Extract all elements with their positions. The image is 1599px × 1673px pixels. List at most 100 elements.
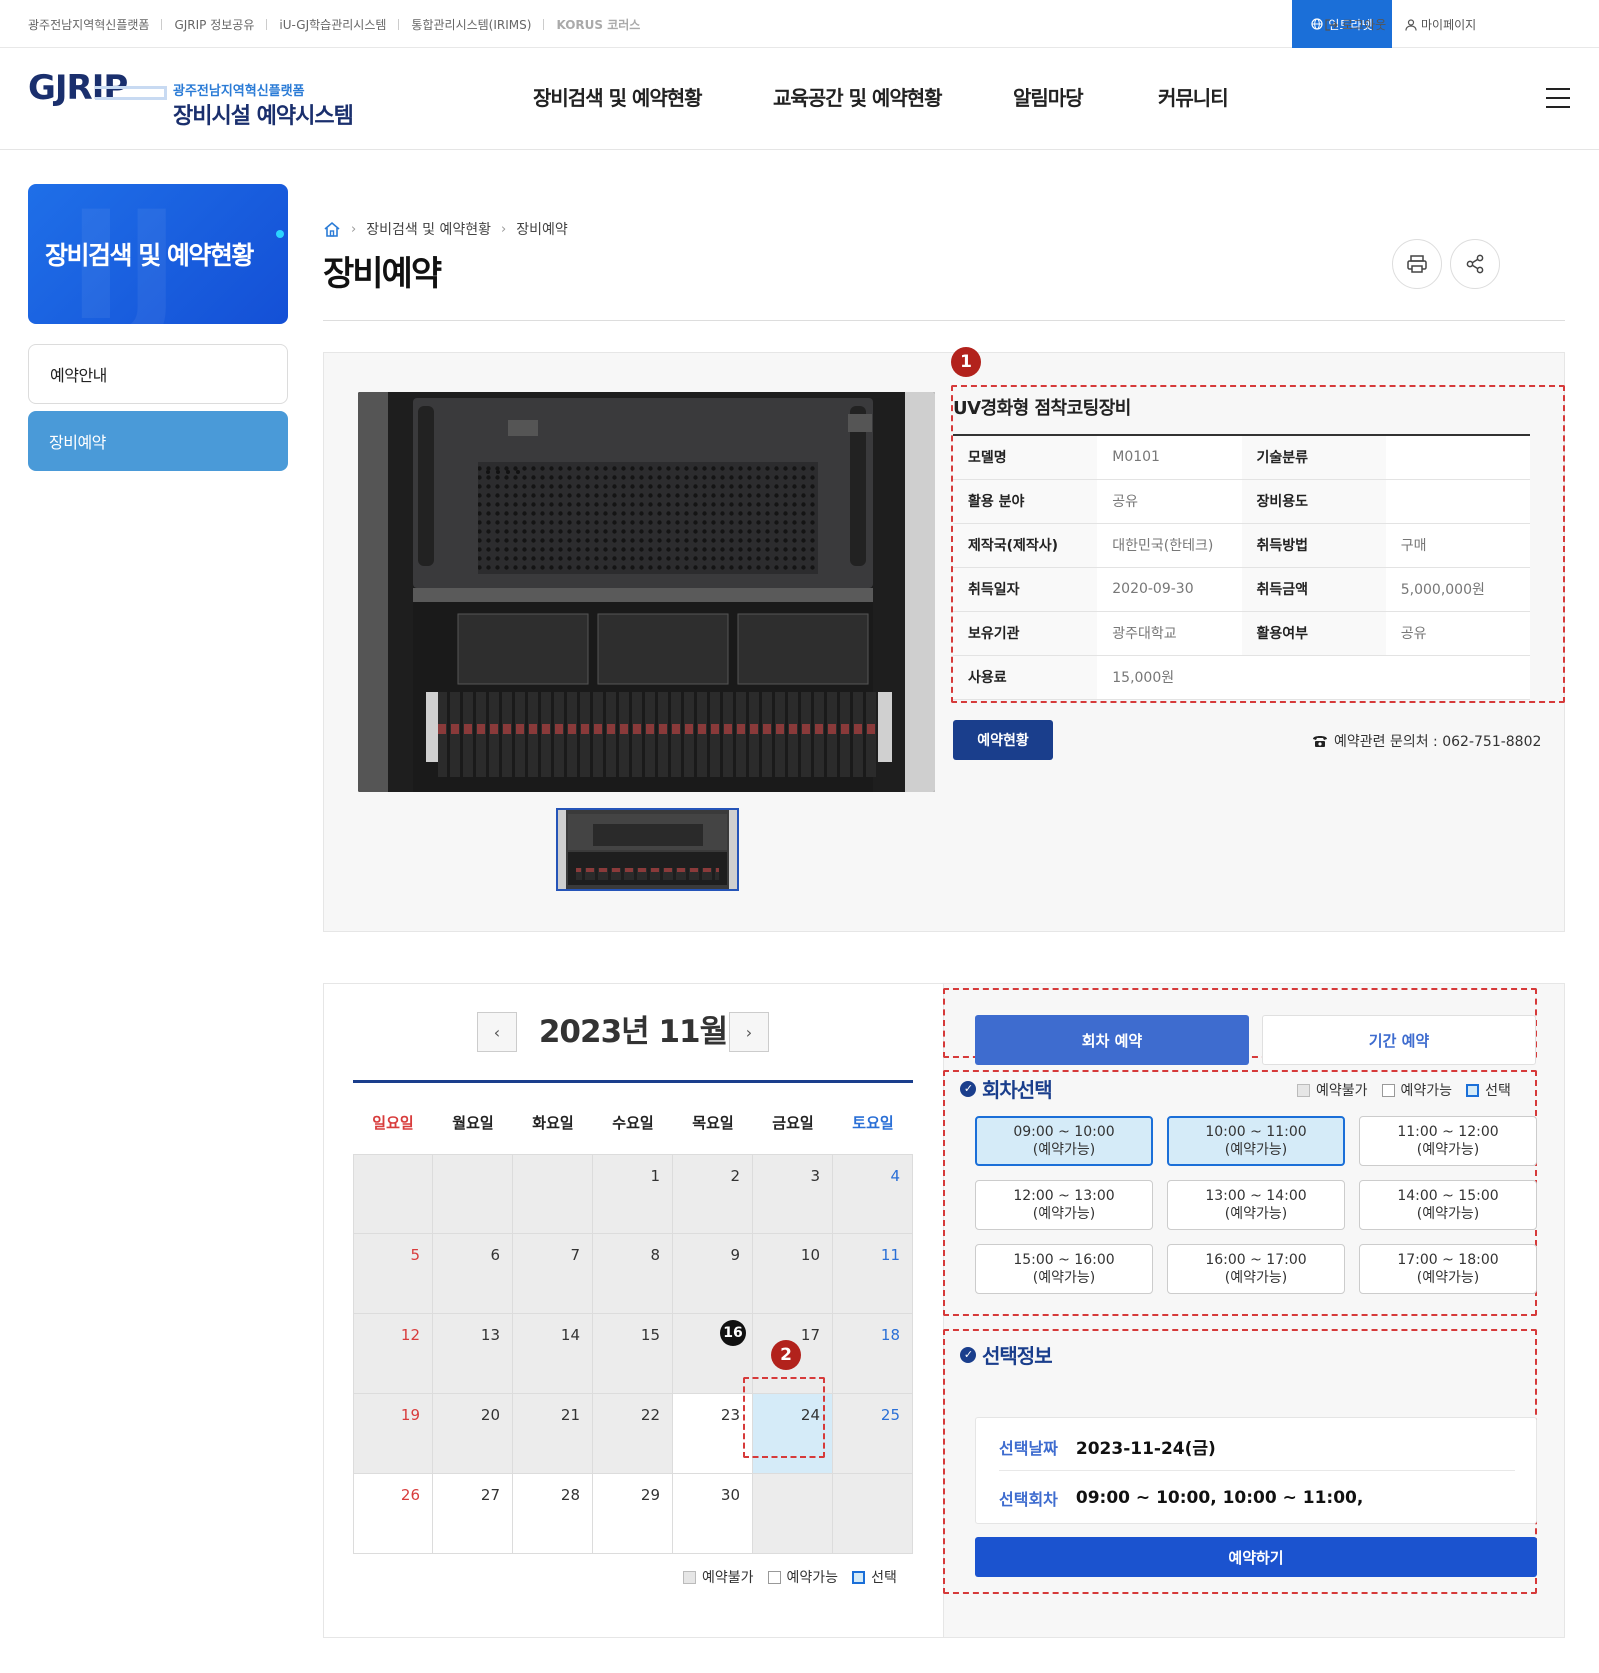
util-link-irims[interactable]: 통합관리시스템(IRIMS) bbox=[411, 16, 531, 33]
calendar-day[interactable]: 1 bbox=[593, 1154, 673, 1234]
calendar-day[interactable]: 19 bbox=[353, 1394, 433, 1474]
next-month-button[interactable]: › bbox=[729, 1012, 769, 1052]
calendar-day[interactable]: 3 bbox=[753, 1154, 833, 1234]
utility-bar: 광주전남지역혁신플랫폼 GJRIP 정보공유 iU-GJ학습관리시스템 통합관리… bbox=[0, 0, 1599, 48]
calendar-day[interactable]: 20 bbox=[433, 1394, 513, 1474]
tab-session-reservation[interactable]: 회차 예약 bbox=[975, 1015, 1249, 1065]
site-header: GJRIP 광주전남지역혁신플랫폼 장비시설 예약시스템 장비검색 및 예약현황… bbox=[0, 48, 1599, 150]
calendar-day[interactable]: 26 bbox=[353, 1474, 433, 1554]
spec-label: 모델명 bbox=[953, 435, 1098, 480]
calendar-day[interactable]: 13 bbox=[433, 1314, 513, 1394]
time-slot-button[interactable]: 16:00 ~ 17:00 (예약가능) bbox=[1167, 1244, 1345, 1294]
reservation-status-button[interactable]: 예약현황 bbox=[953, 720, 1053, 760]
phone-icon bbox=[1313, 735, 1327, 747]
nav-community[interactable]: 커뮤니티 bbox=[1158, 82, 1229, 111]
calendar-day[interactable]: 12 bbox=[353, 1314, 433, 1394]
nav-equipment-search[interactable]: 장비검색 및 예약현황 bbox=[533, 82, 703, 111]
calendar-day[interactable]: 7 bbox=[513, 1234, 593, 1314]
time-slot-button[interactable]: 11:00 ~ 12:00 (예약가능) bbox=[1359, 1116, 1537, 1166]
time-slot-button[interactable]: 12:00 ~ 13:00 (예약가능) bbox=[975, 1180, 1153, 1230]
prev-month-button[interactable]: ‹ bbox=[477, 1012, 517, 1052]
slot-section-label: 회차선택 bbox=[982, 1078, 1053, 1102]
menu-icon[interactable] bbox=[1546, 88, 1570, 108]
printer-icon bbox=[1407, 255, 1427, 273]
home-icon[interactable] bbox=[323, 221, 341, 237]
time-slot-button[interactable]: 09:00 ~ 10:00 (예약가능) bbox=[975, 1116, 1153, 1166]
time-slot-status: (예약가능) bbox=[1224, 1142, 1288, 1158]
calendar-day[interactable]: 22 bbox=[593, 1394, 673, 1474]
calendar-day[interactable]: 23 bbox=[673, 1394, 753, 1474]
weekday-label: 토요일 bbox=[852, 1114, 894, 1132]
time-slot-status: (예약가능) bbox=[1224, 1270, 1288, 1286]
server-image bbox=[358, 392, 935, 792]
share-button[interactable] bbox=[1450, 239, 1500, 289]
logo-swoosh bbox=[95, 86, 167, 100]
calendar-day[interactable]: 11 bbox=[833, 1234, 913, 1314]
calendar-day[interactable]: 5 bbox=[353, 1234, 433, 1314]
time-slot-status: (예약가능) bbox=[1032, 1142, 1096, 1158]
calendar-day[interactable]: 16 bbox=[673, 1314, 753, 1394]
mypage-link[interactable]: 마이페이지 bbox=[1405, 16, 1476, 33]
time-slot-button[interactable]: 14:00 ~ 15:00 (예약가능) bbox=[1359, 1180, 1537, 1230]
divider bbox=[161, 19, 163, 30]
contact-info: 예약관련 문의처 : 062-751-8802 bbox=[1312, 731, 1541, 751]
nav-notices[interactable]: 알림마당 bbox=[1013, 82, 1084, 111]
util-link-info-share[interactable]: GJRIP 정보공유 bbox=[174, 16, 254, 33]
calendar-day[interactable]: 25 bbox=[833, 1394, 913, 1474]
chevron-right-icon: › bbox=[745, 1022, 753, 1042]
day-number: 10 bbox=[800, 1246, 820, 1264]
calendar-day[interactable]: 27 bbox=[433, 1474, 513, 1554]
calendar-day[interactable]: 14 bbox=[513, 1314, 593, 1394]
calendar-day[interactable]: 9 bbox=[673, 1234, 753, 1314]
day-number: 17 bbox=[800, 1326, 820, 1344]
legend-swatch-available bbox=[1381, 1083, 1395, 1097]
breadcrumb-level-1[interactable]: 장비검색 및 예약현황 bbox=[366, 219, 491, 239]
tab-period-reservation[interactable]: 기간 예약 bbox=[1262, 1015, 1536, 1065]
submit-reservation-button[interactable]: 예약하기 bbox=[975, 1537, 1537, 1577]
calendar-divider bbox=[353, 1080, 913, 1083]
calendar-day[interactable]: 4 bbox=[833, 1154, 913, 1234]
calendar-day[interactable]: 2 bbox=[673, 1154, 753, 1234]
page-title: 장비예약 bbox=[323, 254, 442, 294]
util-link-gjrip-platform[interactable]: 광주전남지역혁신플랫폼 bbox=[28, 16, 149, 33]
sidebar-item-equipment-reservation[interactable]: 장비예약 bbox=[28, 411, 288, 471]
check-circle-icon: ✓ bbox=[960, 1080, 976, 1097]
globe-icon bbox=[1311, 18, 1324, 30]
print-button[interactable] bbox=[1392, 239, 1442, 289]
equipment-thumbnail[interactable] bbox=[556, 808, 739, 891]
nav-education-space[interactable]: 교육공간 및 예약현황 bbox=[773, 82, 943, 111]
time-slot-button[interactable]: 17:00 ~ 18:00 (예약가능) bbox=[1359, 1244, 1537, 1294]
spec-label: 취득금액 bbox=[1241, 567, 1386, 612]
calendar-day[interactable]: 30 bbox=[673, 1474, 753, 1554]
calendar-day[interactable]: 21 bbox=[513, 1394, 593, 1474]
calendar-day[interactable]: 28 bbox=[513, 1474, 593, 1554]
chevron-right-icon: › bbox=[351, 221, 357, 237]
day-number: 1 bbox=[650, 1167, 660, 1185]
time-slot-button[interactable]: 15:00 ~ 16:00 (예약가능) bbox=[975, 1244, 1153, 1294]
slot-section-title: ✓ 회차선택 bbox=[960, 1074, 1053, 1103]
divider bbox=[266, 19, 268, 30]
day-number: 14 bbox=[560, 1326, 580, 1344]
sidebar-item-reservation-guide[interactable]: 예약안내 bbox=[28, 344, 288, 404]
calendar-day[interactable]: 15 bbox=[593, 1314, 673, 1394]
calendar-day[interactable]: 6 bbox=[433, 1234, 513, 1314]
time-slot-button[interactable]: 13:00 ~ 14:00 (예약가능) bbox=[1167, 1180, 1345, 1230]
selection-info-label: 선택정보 bbox=[982, 1344, 1053, 1368]
annotation-badge: 1 bbox=[951, 347, 981, 377]
time-slot-button[interactable]: 10:00 ~ 11:00 (예약가능) bbox=[1167, 1116, 1345, 1166]
time-slot-time: 15:00 ~ 16:00 bbox=[1013, 1252, 1115, 1268]
logout-link[interactable]: 로그아웃 bbox=[1325, 16, 1386, 33]
time-slot-status: (예약가능) bbox=[1032, 1270, 1096, 1286]
calendar-day[interactable]: 8 bbox=[593, 1234, 673, 1314]
calendar-day[interactable]: 10 bbox=[753, 1234, 833, 1314]
logout-label: 로그아웃 bbox=[1342, 18, 1387, 32]
spec-empty bbox=[1385, 655, 1530, 700]
breadcrumb-level-2[interactable]: 장비예약 bbox=[516, 219, 568, 239]
spec-label: 활용 분야 bbox=[953, 479, 1098, 524]
calendar-day[interactable]: 29 bbox=[593, 1474, 673, 1554]
util-link-learning[interactable]: iU-GJ학습관리시스템 bbox=[279, 16, 386, 33]
util-link-korus[interactable]: KORUS 코러스 bbox=[556, 16, 640, 33]
calendar-day[interactable]: 18 bbox=[833, 1314, 913, 1394]
day-number: 13 bbox=[480, 1326, 500, 1344]
time-slot-time: 16:00 ~ 17:00 bbox=[1205, 1252, 1307, 1268]
